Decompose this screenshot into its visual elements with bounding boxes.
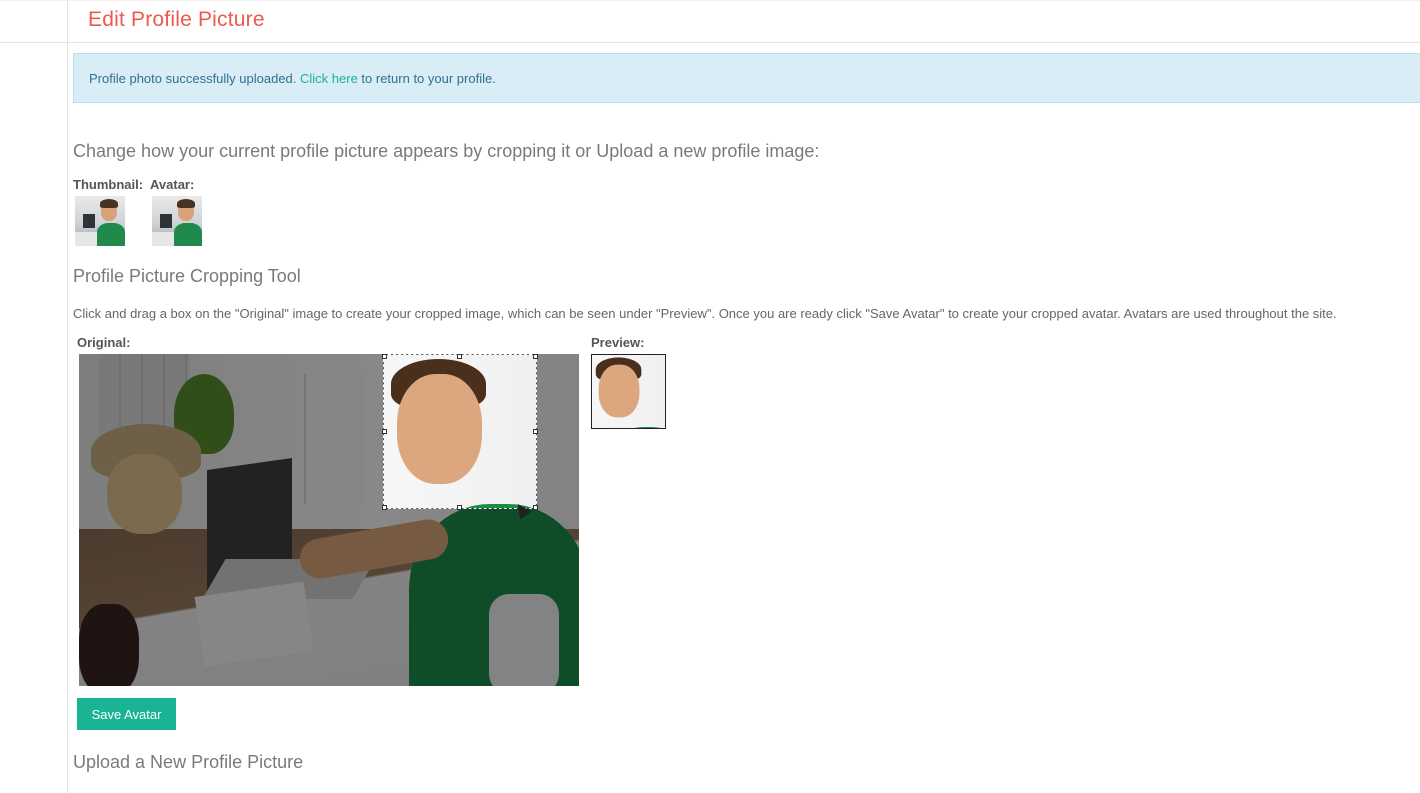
thumbnail-label: Thumbnail:: [73, 177, 144, 192]
crop-handle-se[interactable]: [533, 505, 538, 510]
upload-section-title: Upload a New Profile Picture: [73, 752, 304, 772]
original-label: Original:: [77, 335, 131, 350]
page-title: Edit Profile Picture: [88, 8, 265, 31]
crop-handle-ne[interactable]: [533, 354, 538, 359]
thumbnail-image: [75, 196, 125, 246]
alert-message: Profile photo successfully uploaded.: [89, 71, 301, 86]
crop-handle-nw[interactable]: [382, 354, 387, 359]
success-alert: Profile photo successfully uploaded. Cli…: [73, 53, 1420, 103]
original-image-canvas[interactable]: [79, 354, 579, 686]
crop-handle-n[interactable]: [457, 354, 462, 359]
intro-heading: Change how your current profile picture …: [73, 141, 820, 161]
save-avatar-button[interactable]: Save Avatar: [77, 698, 176, 730]
avatar-label: Avatar:: [150, 177, 195, 192]
left-sidebar: [0, 0, 68, 793]
alert-message-suffix: to return to your profile.: [357, 71, 496, 86]
return-to-profile-link[interactable]: Click here: [300, 71, 358, 86]
preview-label: Preview:: [591, 335, 645, 350]
page-header: Edit Profile Picture: [68, 0, 1420, 43]
crop-handle-s[interactable]: [457, 505, 462, 510]
thumbnail-group: Thumbnail:: [73, 177, 143, 246]
crop-selection-box[interactable]: [383, 354, 537, 509]
avatar-image: [152, 196, 202, 246]
avatar-group: Avatar:: [150, 177, 202, 246]
cropping-instructions: Click and drag a box on the "Original" i…: [73, 306, 1337, 321]
crop-handle-e[interactable]: [533, 429, 538, 434]
cropping-tool-title: Profile Picture Cropping Tool: [73, 266, 301, 286]
preview-image: [591, 354, 666, 429]
crop-handle-sw[interactable]: [382, 505, 387, 510]
crop-handle-w[interactable]: [382, 429, 387, 434]
